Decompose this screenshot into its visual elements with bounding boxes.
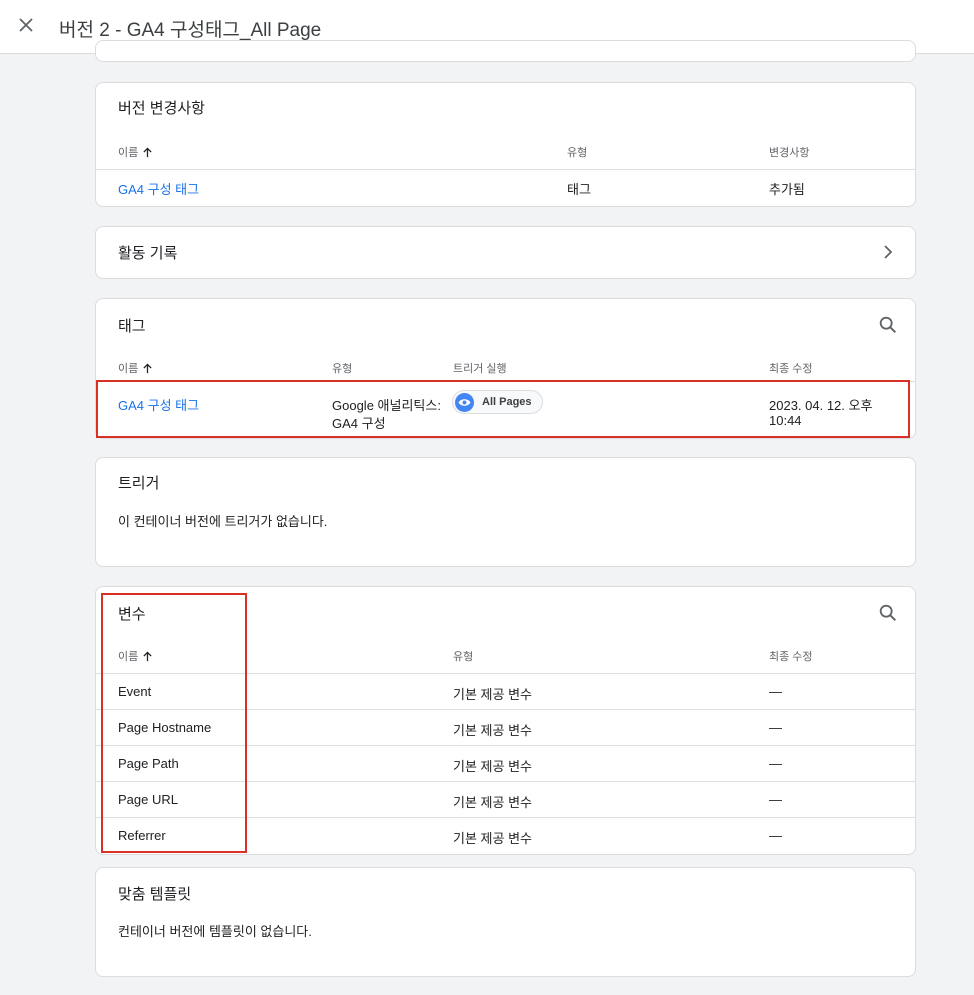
variable-modified: — bbox=[769, 756, 782, 771]
column-header-modified: 최종 수정 bbox=[769, 651, 813, 663]
variables-card: 변수 이름 유형 최종 수정 Event 기본 제공 변수 — Page Hos… bbox=[95, 586, 916, 855]
card-title: 트리거 bbox=[118, 475, 160, 492]
tag-modified-line2: 10:44 bbox=[769, 413, 802, 428]
variable-modified: — bbox=[769, 720, 782, 735]
arrow-up-icon bbox=[142, 147, 153, 161]
card-title: 변수 bbox=[118, 606, 146, 623]
page-title: 버전 2 - GA4 구성태그_All Page bbox=[59, 20, 322, 41]
column-header-type: 유형 bbox=[332, 363, 353, 375]
column-header-label: 이름 bbox=[118, 147, 139, 159]
triggers-card: 트리거 이 컨테이너 버전에 트리거가 없습니다. bbox=[95, 457, 916, 567]
variable-name: Page Path bbox=[118, 756, 179, 771]
column-header-name[interactable]: 이름 bbox=[118, 360, 153, 377]
table-row[interactable]: Page URL 기본 제공 변수 — bbox=[96, 782, 915, 817]
variable-name: Referrer bbox=[118, 828, 166, 843]
eye-icon bbox=[455, 392, 474, 412]
column-header-label: 이름 bbox=[118, 363, 139, 375]
tag-modified-line1: 2023. 04. 12. 오후 bbox=[769, 398, 873, 413]
variable-name: Page Hostname bbox=[118, 720, 212, 735]
column-header-type: 유형 bbox=[567, 147, 588, 159]
card-title: 활동 기록 bbox=[118, 245, 178, 262]
close-icon[interactable] bbox=[14, 13, 38, 37]
variable-type: 기본 제공 변수 bbox=[453, 687, 532, 702]
column-header-label: 이름 bbox=[118, 651, 139, 663]
card-title: 맞춤 템플릿 bbox=[118, 886, 192, 903]
column-header-name[interactable]: 이름 bbox=[118, 144, 153, 161]
column-header-type: 유형 bbox=[453, 651, 474, 663]
column-header-trigger: 트리거 실행 bbox=[453, 363, 507, 375]
change-type: 태그 bbox=[567, 182, 591, 197]
search-icon[interactable] bbox=[877, 314, 899, 341]
variable-modified: — bbox=[769, 684, 782, 699]
custom-templates-card: 맞춤 템플릿 컨테이너 버전에 템플릿이 없습니다. bbox=[95, 867, 916, 977]
tags-card: 태그 이름 유형 트리거 실행 최종 수정 GA4 구성 태그 Google 애… bbox=[95, 298, 916, 439]
variable-name: Event bbox=[118, 684, 152, 699]
variable-modified: — bbox=[769, 792, 782, 807]
arrow-up-icon bbox=[142, 363, 153, 377]
variable-modified: — bbox=[769, 828, 782, 843]
column-header-change: 변경사항 bbox=[769, 147, 810, 159]
arrow-up-icon bbox=[142, 651, 153, 665]
search-icon[interactable] bbox=[877, 602, 899, 629]
table-row[interactable]: GA4 구성 태그 Google 애널리틱스: GA4 구성 All Pages… bbox=[96, 382, 915, 438]
table-row[interactable]: Event 기본 제공 변수 — bbox=[96, 674, 915, 709]
variable-name: Page URL bbox=[118, 792, 178, 807]
tag-type-line1: Google 애널리틱스: bbox=[332, 398, 441, 413]
trigger-chip-label: All Pages bbox=[482, 396, 532, 408]
activity-history-card[interactable]: 활동 기록 bbox=[95, 226, 916, 279]
empty-message: 컨테이너 버전에 템플릿이 없습니다. bbox=[118, 924, 312, 939]
version-changes-card: 버전 변경사항 이름 유형 변경사항 GA4 구성 태그 태그 추가됨 bbox=[95, 82, 916, 207]
chevron-right-icon[interactable] bbox=[882, 244, 894, 265]
change-status: 추가됨 bbox=[769, 182, 805, 197]
column-header-name[interactable]: 이름 bbox=[118, 648, 153, 665]
tag-type-line2: GA4 구성 bbox=[332, 416, 386, 431]
empty-message: 이 컨테이너 버전에 트리거가 없습니다. bbox=[118, 514, 328, 529]
previous-card bbox=[95, 40, 916, 62]
table-row[interactable]: Page Path 기본 제공 변수 — bbox=[96, 746, 915, 781]
variable-type: 기본 제공 변수 bbox=[453, 795, 532, 810]
card-title: 태그 bbox=[118, 318, 146, 335]
variable-type: 기본 제공 변수 bbox=[453, 759, 532, 774]
table-row[interactable]: Page Hostname 기본 제공 변수 — bbox=[96, 710, 915, 745]
tag-name-link[interactable]: GA4 구성 태그 bbox=[118, 395, 199, 414]
variable-type: 기본 제공 변수 bbox=[453, 723, 532, 738]
column-header-modified: 최종 수정 bbox=[769, 363, 813, 375]
trigger-chip[interactable]: All Pages bbox=[452, 390, 543, 414]
divider bbox=[96, 169, 915, 170]
change-name-link[interactable]: GA4 구성 태그 bbox=[118, 179, 199, 198]
variable-type: 기본 제공 변수 bbox=[453, 831, 532, 846]
table-row[interactable]: Referrer 기본 제공 변수 — bbox=[96, 818, 915, 853]
card-title: 버전 변경사항 bbox=[118, 100, 205, 117]
